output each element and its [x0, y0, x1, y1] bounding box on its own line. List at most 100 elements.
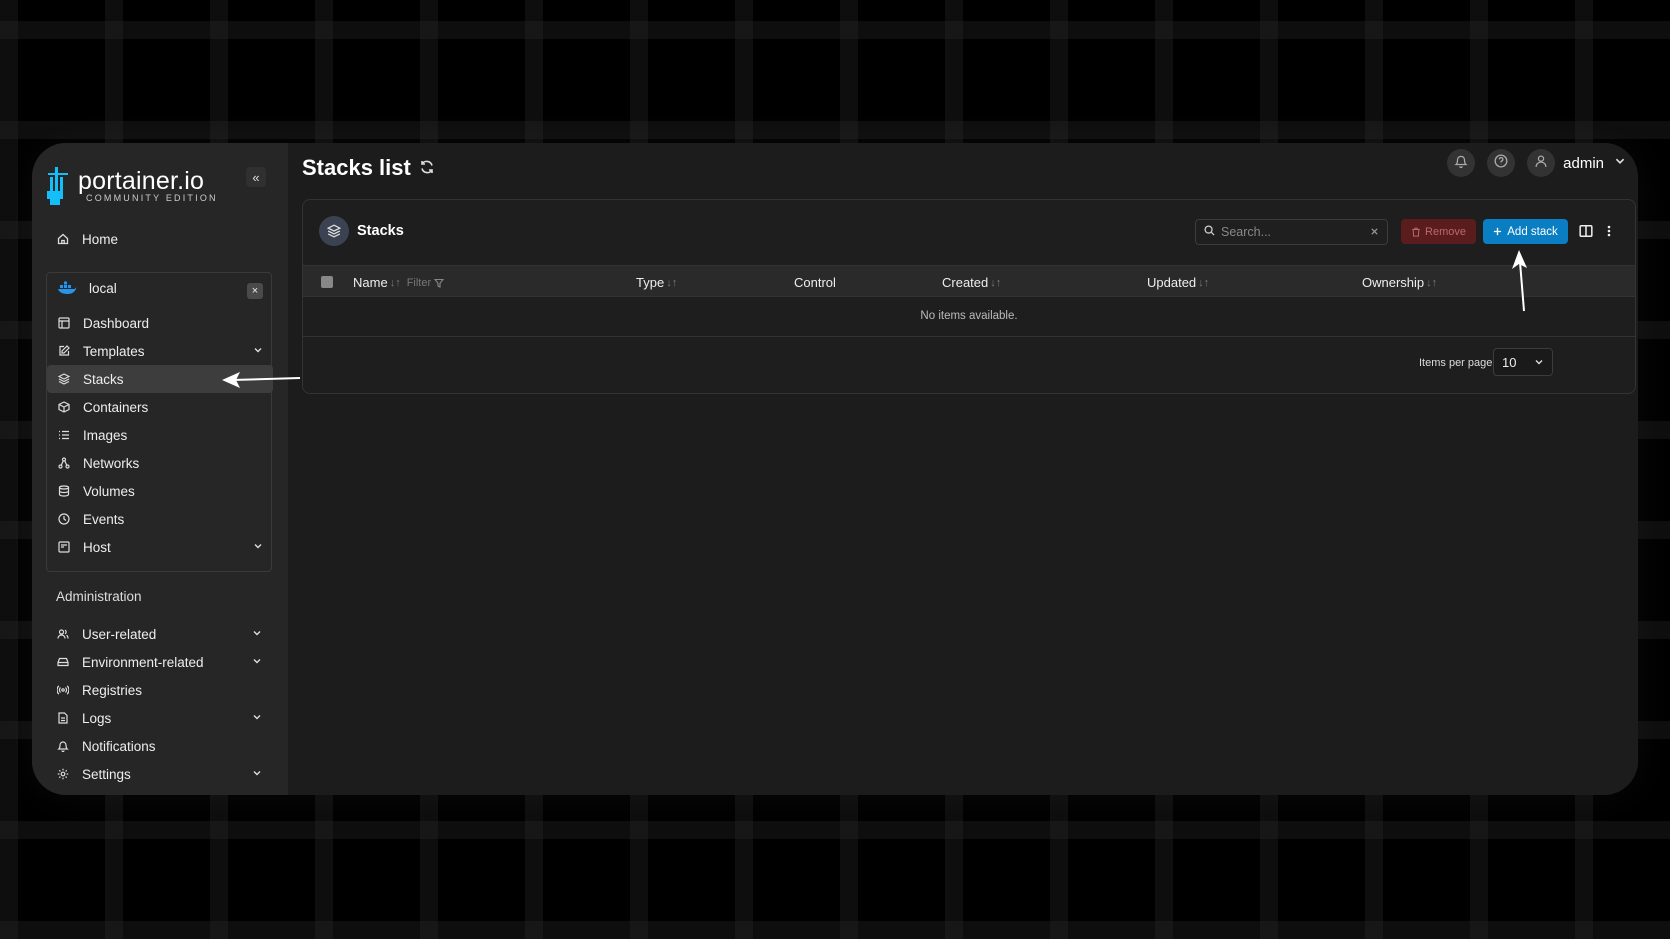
portainer-logo[interactable]: portainer.io COMMUNITY EDITION: [44, 165, 218, 207]
chevron-down-icon[interactable]: [253, 343, 263, 358]
chevron-down-icon[interactable]: [252, 766, 262, 781]
environment-header[interactable]: local: [47, 274, 273, 302]
main-content: Stacks list admin Stacks Search... Remov…: [288, 143, 1638, 795]
sidebar-item-label: Settings: [82, 766, 131, 782]
sidebar-item-label: Templates: [83, 343, 145, 359]
select-all-checkbox[interactable]: [321, 276, 333, 288]
sidebar-item-settings[interactable]: Settings: [46, 760, 272, 788]
layers-icon: [57, 372, 71, 386]
column-updated-label: Updated: [1147, 275, 1197, 290]
items-per-page-value: 10: [1502, 354, 1517, 370]
panel-header: Stacks: [319, 216, 404, 246]
table-header: Name ↓↑ Filter Type ↓↑ Control Created ↓…: [303, 265, 1635, 297]
sidebar-item-label: Registries: [82, 682, 143, 698]
collapse-sidebar-button[interactable]: «: [246, 167, 266, 187]
sort-icon[interactable]: ↓↑: [990, 277, 1001, 289]
sort-icon[interactable]: ↓↑: [1198, 277, 1209, 289]
column-control: Control: [794, 275, 836, 290]
sidebar-item-logs[interactable]: Logs: [46, 704, 272, 732]
sidebar-item-containers[interactable]: Containers: [47, 393, 273, 421]
avatar[interactable]: [1527, 149, 1556, 177]
sidebar-item-stacks[interactable]: Stacks: [47, 365, 273, 393]
sidebar-item-label: Notifications: [82, 738, 156, 754]
column-created[interactable]: Created ↓↑: [942, 275, 1001, 290]
box-icon: [57, 400, 71, 414]
chevron-down-icon[interactable]: [253, 539, 263, 554]
layers-icon: [319, 216, 349, 246]
column-control-label: Control: [794, 275, 836, 290]
add-stack-button-label: Add stack: [1507, 225, 1558, 238]
add-stack-button[interactable]: Add stack: [1483, 219, 1568, 244]
sidebar-item-host[interactable]: Host: [47, 533, 273, 561]
column-type-label: Type: [636, 275, 665, 290]
sidebar-item-label: Dashboard: [83, 315, 150, 331]
page-title: Stacks list: [302, 155, 435, 181]
header-actions: admin: [1435, 149, 1626, 177]
column-name[interactable]: Name ↓↑ Filter: [353, 275, 445, 290]
sidebar-item-images[interactable]: Images: [47, 421, 273, 449]
dashboard-icon: [57, 316, 71, 330]
search-icon: [1204, 225, 1215, 239]
chevron-down-icon[interactable]: [252, 710, 262, 725]
environment-name: local: [89, 280, 117, 296]
close-environment-button[interactable]: ×: [247, 283, 263, 299]
sidebar-item-label: Logs: [82, 710, 112, 726]
host-icon: [57, 540, 71, 554]
columns-icon[interactable]: [1579, 224, 1593, 243]
sidebar-item-templates[interactable]: Templates: [47, 337, 273, 365]
items-per-page-select[interactable]: 10: [1493, 348, 1553, 376]
plus-icon: [1493, 227, 1502, 236]
sidebar-item-home[interactable]: Home: [46, 225, 272, 253]
sidebar-item-notifications[interactable]: Notifications: [46, 732, 272, 760]
sidebar-item-events[interactable]: Events: [47, 505, 273, 533]
help-button[interactable]: [1487, 149, 1516, 177]
column-ownership-label: Ownership: [1362, 275, 1425, 290]
sidebar-item-label: User-related: [82, 626, 157, 642]
docker-icon: [57, 281, 77, 295]
name-filter[interactable]: Filter: [407, 277, 445, 289]
bell-icon: [56, 739, 70, 753]
notifications-button[interactable]: [1447, 149, 1476, 177]
sidebar-item-environment-related[interactable]: Environment-related: [46, 648, 272, 676]
sidebar-item-networks[interactable]: Networks: [47, 449, 273, 477]
column-created-label: Created: [942, 275, 989, 290]
search-input[interactable]: Search...: [1195, 219, 1388, 245]
list-icon: [57, 428, 71, 442]
sort-icon[interactable]: ↓↑: [1426, 277, 1437, 289]
sidebar-item-user-related[interactable]: User-related: [46, 620, 272, 648]
gear-icon: [56, 767, 70, 781]
sidebar-item-registries[interactable]: Registries: [46, 676, 272, 704]
column-ownership[interactable]: Ownership ↓↑: [1362, 275, 1437, 290]
sidebar-item-label: Images: [83, 427, 128, 443]
file-text-icon: [56, 711, 70, 725]
environment-section: local × Dashboard Templates Stacks Conta…: [46, 272, 273, 572]
column-type[interactable]: Type ↓↑: [636, 275, 677, 290]
sidebar-item-volumes[interactable]: Volumes: [47, 477, 273, 505]
brand-name: portainer.io: [78, 167, 205, 195]
sidebar-item-dashboard[interactable]: Dashboard: [47, 309, 273, 337]
remove-button[interactable]: Remove: [1401, 219, 1476, 244]
user-name[interactable]: admin: [1563, 155, 1604, 172]
page-title-text: Stacks list: [302, 155, 411, 180]
chevron-down-icon: [1534, 355, 1544, 370]
sidebar-item-label: Environment-related: [82, 654, 204, 670]
chevron-down-icon[interactable]: [1614, 154, 1626, 172]
chevron-down-icon[interactable]: [252, 626, 262, 641]
search-placeholder: Search...: [1221, 225, 1272, 239]
bell-icon: [1454, 154, 1468, 173]
column-name-label: Name: [353, 275, 388, 290]
server-icon: [56, 655, 70, 669]
more-options-icon[interactable]: [1603, 224, 1615, 243]
brand-edition: COMMUNITY EDITION: [86, 193, 218, 203]
app-window: portainer.io COMMUNITY EDITION « Home lo…: [32, 143, 1638, 795]
sort-icon[interactable]: ↓↑: [666, 277, 677, 289]
sidebar-item-label: Networks: [83, 455, 140, 471]
users-icon: [56, 627, 70, 641]
stacks-panel: Stacks Search... Remove Add stack Name ↓…: [302, 199, 1636, 394]
chevron-down-icon[interactable]: [252, 654, 262, 669]
column-updated[interactable]: Updated ↓↑: [1147, 275, 1209, 290]
divider: [303, 336, 1635, 337]
refresh-icon[interactable]: [419, 155, 435, 181]
clear-search-icon[interactable]: [1370, 225, 1379, 239]
sort-icon[interactable]: ↓↑: [390, 277, 401, 289]
